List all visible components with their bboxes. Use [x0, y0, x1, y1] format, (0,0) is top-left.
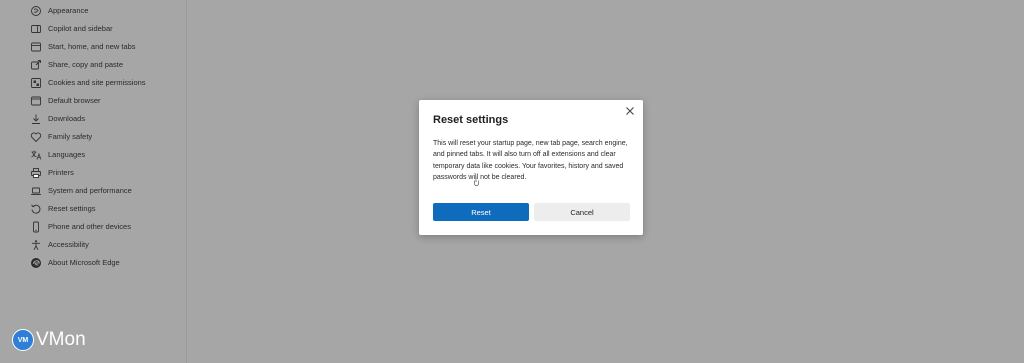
sidebar-item-system-performance[interactable]: System and performance: [30, 182, 132, 200]
sidebar-item-family-safety[interactable]: Family safety: [30, 128, 92, 146]
sidebar-item-label: Accessibility: [48, 240, 89, 249]
sidebar-item-label: Share, copy and paste: [48, 60, 124, 69]
appearance-icon: [30, 5, 42, 17]
cookie-icon: [30, 77, 42, 89]
sidebar-item-start-home[interactable]: Start, home, and new tabs: [30, 38, 136, 56]
printer-icon: [30, 167, 42, 179]
dialog-body-text: This will reset your startup page, new t…: [433, 140, 628, 181]
dialog-title: Reset settings: [433, 114, 509, 126]
watermark: VM VMon: [12, 329, 86, 351]
sidebar-item-label: Downloads: [48, 114, 86, 123]
settings-sidebar: Appearance Copilot and sidebar Start, ho…: [0, 0, 187, 363]
sidebar-item-label: Default browser: [48, 96, 101, 105]
sidebar-item-label: Printers: [48, 168, 74, 177]
sidebar-item-about-edge[interactable]: About Microsoft Edge: [30, 254, 120, 272]
settings-window: Appearance Copilot and sidebar Start, ho…: [0, 0, 1024, 363]
sidebar-item-label: Languages: [48, 150, 86, 159]
sidebar-item-cookies[interactable]: Cookies and site permissions: [30, 74, 146, 92]
mouse-cursor-icon: [473, 176, 480, 186]
laptop-icon: [30, 185, 42, 197]
sidebar-item-label: Cookies and site permissions: [48, 78, 146, 87]
sidebar-item-label: Family safety: [48, 132, 93, 141]
sidebar-item-accessibility[interactable]: Accessibility: [30, 236, 89, 254]
watermark-badge: VM: [12, 329, 34, 351]
watermark-text: VMon: [36, 329, 86, 350]
sidebar-item-label: Start, home, and new tabs: [48, 42, 136, 51]
sidebar-icon: [30, 23, 42, 35]
language-icon: [30, 149, 42, 161]
browser-icon: [30, 95, 42, 107]
sidebar-item-label: Copilot and sidebar: [48, 24, 113, 33]
phone-icon: [30, 221, 42, 233]
home-icon: [30, 41, 42, 53]
sidebar-item-label: System and performance: [48, 186, 132, 195]
sidebar-item-downloads[interactable]: Downloads: [30, 110, 85, 128]
sidebar-item-languages[interactable]: Languages: [30, 146, 85, 164]
accessibility-icon: [30, 239, 42, 251]
sidebar-item-share[interactable]: Share, copy and paste: [30, 56, 123, 74]
reset-button[interactable]: Reset: [433, 203, 529, 221]
download-icon: [30, 113, 42, 125]
sidebar-item-default-browser[interactable]: Default browser: [30, 92, 101, 110]
sidebar-item-label: About Microsoft Edge: [48, 258, 120, 267]
reset-icon: [30, 203, 42, 215]
sidebar-item-appearance[interactable]: Appearance: [30, 2, 88, 20]
sidebar-item-label: Reset settings: [48, 204, 96, 213]
close-button[interactable]: [625, 106, 635, 116]
edge-logo-icon: [30, 257, 42, 269]
cancel-button[interactable]: Cancel: [534, 203, 630, 221]
sidebar-item-reset-settings[interactable]: Reset settings: [30, 200, 96, 218]
reset-settings-dialog: Reset settings This will reset your star…: [419, 100, 643, 235]
family-icon: [30, 131, 42, 143]
sidebar-item-copilot[interactable]: Copilot and sidebar: [30, 20, 113, 38]
sidebar-item-phone-devices[interactable]: Phone and other devices: [30, 218, 131, 236]
sidebar-item-printers[interactable]: Printers: [30, 164, 74, 182]
sidebar-item-label: Phone and other devices: [48, 222, 131, 231]
close-icon: [625, 106, 635, 116]
share-icon: [30, 59, 42, 71]
sidebar-item-label: Appearance: [48, 6, 89, 15]
